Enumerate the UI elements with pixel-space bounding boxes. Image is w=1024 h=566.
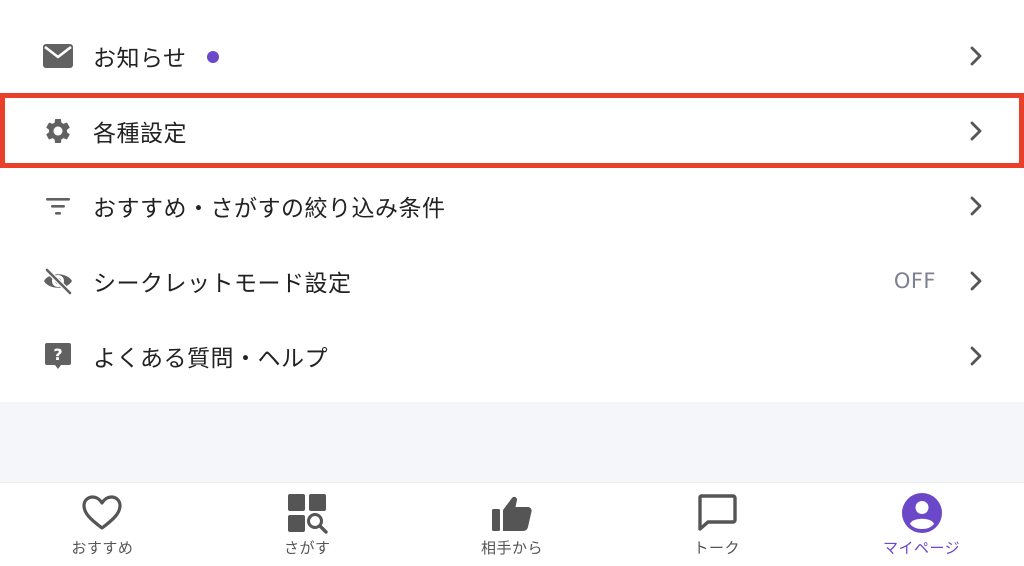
gear-icon <box>42 115 74 147</box>
thumbs-up-icon <box>490 491 534 535</box>
menu-item-label: よくある質問・ヘルプ <box>93 345 328 372</box>
menu-item-secret-mode[interactable]: シークレットモード設定 OFF <box>0 243 1024 318</box>
tab-from-others[interactable]: 相手から <box>410 483 615 566</box>
menu-item-settings[interactable]: 各種設定 <box>0 93 1024 168</box>
menu-item-notifications[interactable]: お知らせ <box>0 18 1024 93</box>
bottom-tab-bar: おすすめ さがす 相手から トーク マイページ <box>0 482 1024 566</box>
tab-recommended[interactable]: おすすめ <box>0 483 205 566</box>
tab-label: おすすめ <box>71 539 134 557</box>
menu-item-faq-help[interactable]: ? よくある質問・ヘルプ <box>0 318 1024 393</box>
svg-text:?: ? <box>53 345 62 364</box>
search-grid-icon <box>285 491 329 535</box>
chevron-right-icon <box>970 46 982 65</box>
menu-item-label: おすすめ・さがすの絞り込み条件 <box>93 195 446 222</box>
menu-item-label: シークレットモード設定 <box>93 270 352 297</box>
help-icon: ? <box>42 340 74 372</box>
tab-label: マイページ <box>882 539 961 557</box>
filter-icon <box>42 190 74 222</box>
chevron-right-icon <box>970 196 982 215</box>
tab-talk[interactable]: トーク <box>614 483 819 566</box>
unread-dot <box>206 51 219 63</box>
menu-item-label: 各種設定 <box>93 120 187 147</box>
menu-item-label: お知らせ <box>93 39 219 73</box>
mail-icon <box>42 40 74 72</box>
tab-label: 相手から <box>480 539 543 557</box>
heart-icon <box>80 491 124 535</box>
tab-search[interactable]: さがす <box>205 483 410 566</box>
chevron-right-icon <box>970 271 982 290</box>
tab-mypage[interactable]: マイページ <box>819 483 1024 566</box>
chevron-right-icon <box>970 121 982 140</box>
eye-off-icon <box>42 265 74 297</box>
menu-item-filter-conditions[interactable]: おすすめ・さがすの絞り込み条件 <box>0 168 1024 243</box>
section-spacer <box>0 402 1024 482</box>
secret-mode-status: OFF <box>893 268 936 293</box>
mypage-screen: お知らせ 各種設定 おすすめ・さがすの絞り込み条件 シークレットモード設定 OF… <box>0 0 1024 566</box>
chevron-right-icon <box>970 346 982 365</box>
chat-icon <box>695 491 739 535</box>
tab-label: さがす <box>283 539 331 557</box>
mypage-menu: お知らせ 各種設定 おすすめ・さがすの絞り込み条件 シークレットモード設定 OF… <box>0 18 1024 393</box>
account-icon <box>900 491 944 535</box>
tab-label: トーク <box>693 539 741 557</box>
